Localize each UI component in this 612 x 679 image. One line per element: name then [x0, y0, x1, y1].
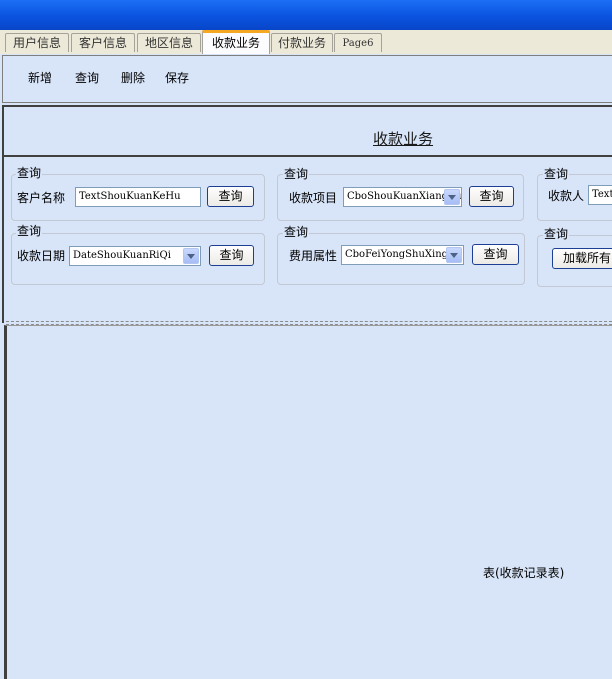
fee-attribute-combo[interactable]: CboFeiYongShuXing — [341, 245, 464, 265]
query-button[interactable]: 查询 — [75, 69, 99, 86]
customer-name-label: 客户名称 — [17, 191, 66, 205]
item-query-button[interactable]: 查询 — [469, 186, 514, 207]
save-button[interactable]: 保存 — [165, 69, 189, 86]
tab-page6[interactable]: Page6 — [334, 33, 382, 52]
customer-name-input[interactable]: TextShouKuanKeHu — [75, 187, 201, 207]
payee-input[interactable]: TextShouKuanRen — [588, 185, 612, 205]
load-all-button[interactable]: 加载所有 — [552, 248, 612, 269]
loadall-query-group-label: 查询 — [543, 227, 570, 241]
add-button[interactable]: 新增 — [28, 69, 52, 86]
chevron-down-icon[interactable] — [444, 189, 460, 205]
tab-region-info[interactable]: 地区信息 — [137, 33, 201, 52]
fee-attribute-label: 费用属性 — [289, 249, 338, 263]
chevron-down-icon[interactable] — [183, 248, 199, 264]
customer-query-group-label: 查询 — [16, 166, 43, 180]
tab-user-info[interactable]: 用户信息 — [5, 33, 69, 52]
page-title: 收款业务 — [373, 130, 434, 148]
delete-button[interactable]: 删除 — [121, 69, 145, 86]
date-query-group-label: 查询 — [16, 224, 43, 238]
receipt-date-picker[interactable]: DateShouKuanRiQi — [69, 246, 201, 266]
tab-receipts[interactable]: 收款业务 — [202, 30, 270, 54]
tab-payments[interactable]: 付款业务 — [271, 33, 333, 52]
tab-customer-info[interactable]: 客户信息 — [71, 33, 135, 52]
data-grid-panel[interactable] — [4, 325, 612, 679]
window-title-bar — [0, 0, 612, 30]
chevron-down-icon[interactable] — [446, 247, 462, 263]
receipt-item-combo[interactable]: CboShouKuanXiangMu — [343, 187, 462, 207]
payee-query-group-label: 查询 — [543, 167, 570, 181]
fee-attribute-value: CboFeiYongShuXing — [345, 249, 449, 260]
item-query-group-label: 查询 — [283, 167, 310, 181]
customer-query-button[interactable]: 查询 — [207, 186, 254, 207]
fee-query-group-label: 查询 — [283, 225, 310, 239]
receipt-item-label: 收款项目 — [289, 191, 338, 205]
receipt-date-label: 收款日期 — [17, 249, 66, 263]
table-caption: 表(收款记录表) — [483, 566, 565, 580]
payee-label: 收款人 — [548, 189, 585, 203]
receipt-date-value: DateShouKuanRiQi — [73, 250, 171, 261]
fee-query-button[interactable]: 查询 — [472, 244, 519, 265]
page-header — [2, 105, 612, 157]
date-query-button[interactable]: 查询 — [209, 245, 254, 266]
